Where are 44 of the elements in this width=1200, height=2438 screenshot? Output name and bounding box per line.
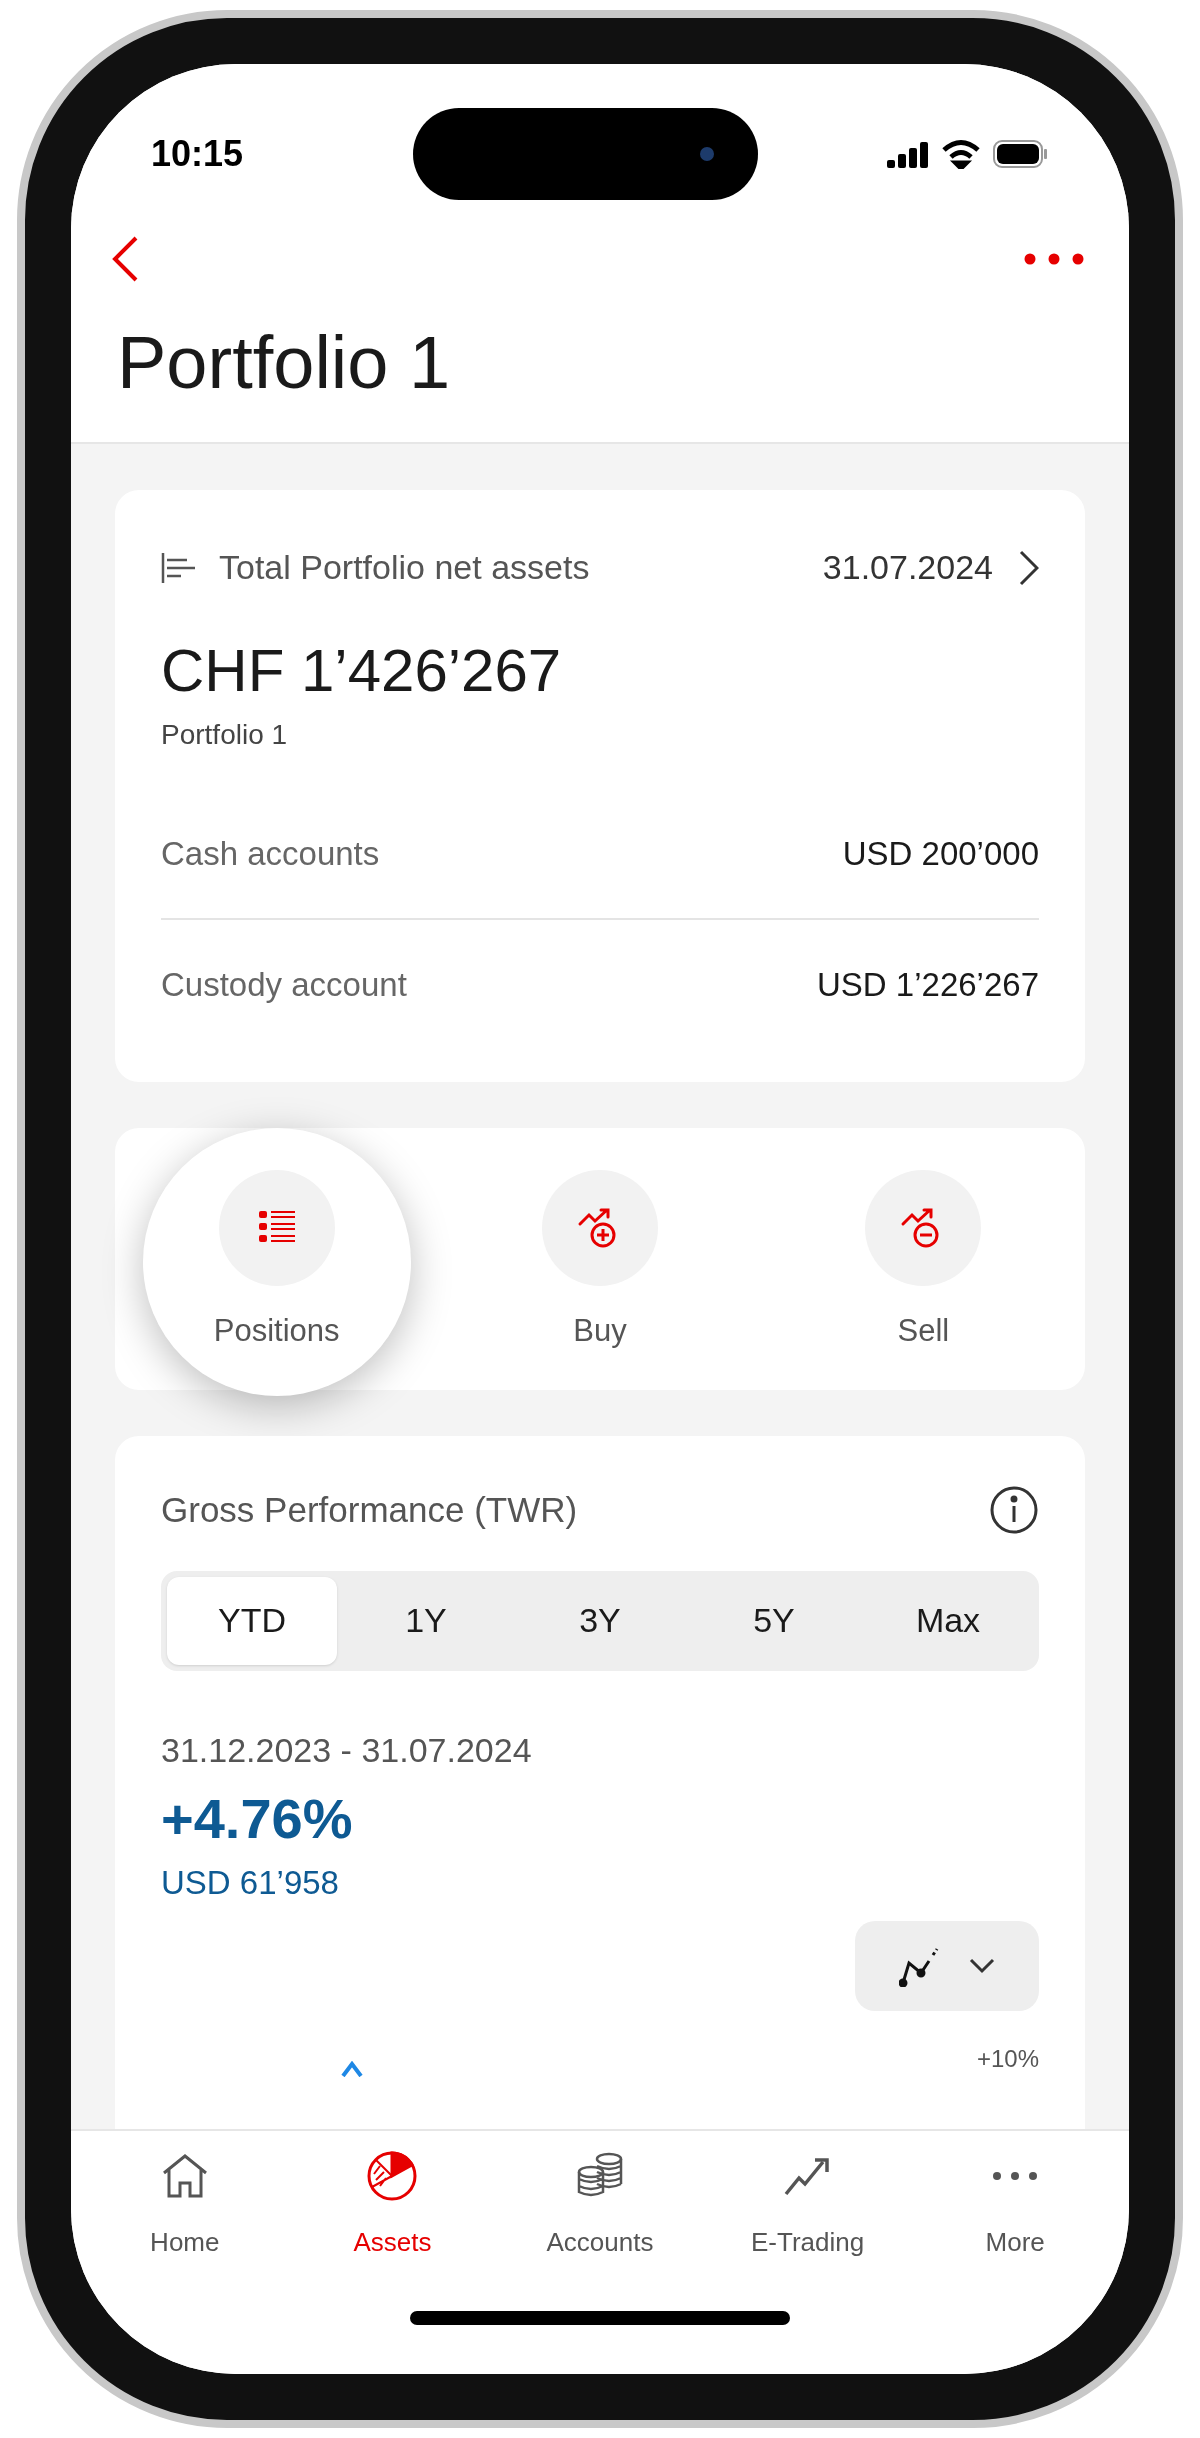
home-icon	[160, 2153, 209, 2199]
back-icon	[111, 235, 139, 283]
period-tab[interactable]: 1Y	[341, 1576, 511, 1665]
portfolio-name: Portfolio 1	[161, 718, 289, 752]
tab-bar-item[interactable]: More	[911, 2145, 1119, 2262]
wifi-icon	[941, 139, 981, 169]
action-button[interactable]: Buy	[466, 1128, 734, 1396]
camera-icon	[699, 147, 714, 161]
tab-bar-item[interactable]: E-Trading	[703, 2145, 912, 2262]
performance-title: Gross Performance (TWR)	[161, 1489, 578, 1531]
more-icon	[992, 2171, 1039, 2181]
net-assets-date: 31.07.2024	[822, 547, 993, 588]
page-title: Portfolio 1	[116, 320, 452, 406]
performance-amount: USD 61’958	[161, 1862, 340, 1903]
period-tab[interactable]: Max	[863, 1576, 1033, 1665]
account-label: Custody account	[161, 965, 407, 1006]
net-assets-label: Total Portfolio net assets	[219, 547, 590, 588]
total-amount: CHF 1’426’267	[161, 636, 563, 706]
axis-label: +10%	[976, 2044, 1039, 2074]
tab-bar-item[interactable]: Accounts	[496, 2145, 704, 2262]
status-time: 10:15	[151, 132, 245, 176]
tab-bar-item[interactable]: Home	[81, 2145, 289, 2262]
chart-marker-icon	[341, 2061, 363, 2077]
tab-bar-item[interactable]: Assets	[288, 2145, 497, 2262]
chart-type-button[interactable]	[855, 1921, 1039, 2011]
chevron-right-icon	[1019, 549, 1039, 586]
battery-icon	[993, 140, 1049, 168]
account-label: Cash accounts	[161, 834, 380, 875]
chevron-down-icon	[969, 1958, 995, 1974]
info-icon	[989, 1485, 1039, 1536]
performance-percent: +4.76%	[161, 1785, 354, 1852]
signal-icon	[887, 140, 929, 168]
period-tab[interactable]: 5Y	[689, 1576, 859, 1665]
period-tab[interactable]: 3Y	[515, 1576, 685, 1665]
date-range: 31.12.2023 - 31.07.2024	[161, 1729, 533, 1771]
more-icon	[1024, 253, 1084, 265]
action-button[interactable]: Sell	[789, 1128, 1058, 1396]
bar-list-icon	[161, 551, 197, 584]
period-tab[interactable]: YTD	[167, 1576, 337, 1665]
action-button[interactable]: Positions	[142, 1128, 411, 1396]
account-value: USD 200’000	[842, 834, 1039, 875]
account-value: USD 1’226’267	[817, 965, 1039, 1006]
pie-chart-icon	[366, 2150, 419, 2202]
net-assets-header[interactable]: Total Portfolio net assets 31.07.2024	[161, 542, 1039, 593]
